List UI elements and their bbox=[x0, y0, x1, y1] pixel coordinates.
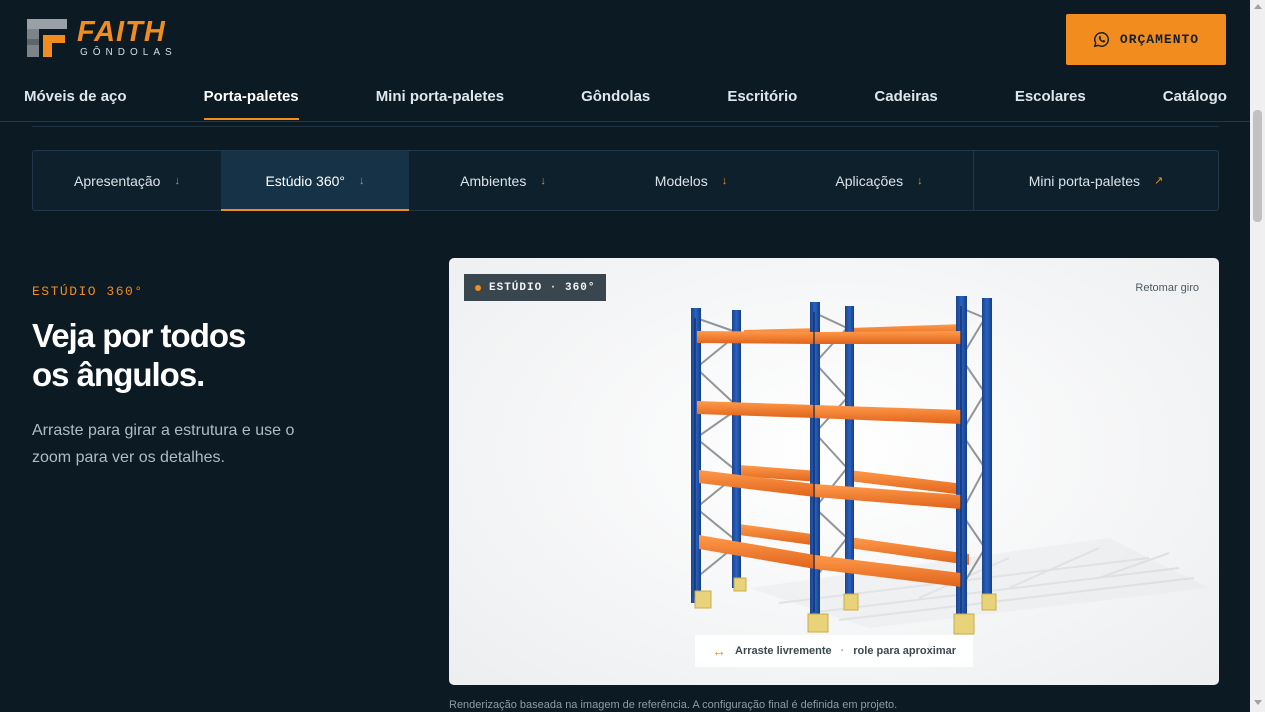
nav-item-moveis-de-aco[interactable]: Móveis de aço bbox=[24, 84, 127, 122]
nav-item-mini-porta-paletes[interactable]: Mini porta-paletes bbox=[376, 84, 504, 122]
tab-label: Apresentação bbox=[74, 172, 161, 189]
tab-label: Aplicações bbox=[835, 172, 904, 189]
hint-zoom: role para aproximar bbox=[853, 645, 956, 657]
nav-item-porta-paletes[interactable]: Porta-paletes bbox=[203, 84, 299, 122]
arrow-down-icon: ↓ bbox=[721, 174, 728, 187]
tab-estudio-360[interactable]: Estúdio 360° ↓ bbox=[221, 151, 409, 211]
nav-item-escritorio[interactable]: Escritório bbox=[727, 84, 797, 122]
arrow-down-icon: ↓ bbox=[540, 174, 546, 187]
scroll-down-arrow-icon[interactable] bbox=[1254, 700, 1262, 705]
section-heading: Veja por todos os ângulos. bbox=[32, 316, 332, 394]
tab-aplicacoes[interactable]: Aplicações ↓ bbox=[785, 151, 973, 210]
arrow-down-icon: ↓ bbox=[359, 174, 365, 187]
reset-rotation-button[interactable]: Retomar giro bbox=[1135, 282, 1199, 294]
main-nav: Móveis de aço Porta-paletes Mini porta-p… bbox=[24, 84, 1227, 122]
studio-360-viewer[interactable]: ESTÚDIO · 360° Retomar giro ↔ Arraste li… bbox=[449, 258, 1219, 685]
hint-drag: Arraste livremente bbox=[735, 645, 832, 657]
nav-item-cadeiras[interactable]: Cadeiras bbox=[874, 84, 937, 122]
logo-name: FAITH bbox=[77, 15, 166, 48]
section-eyebrow: ESTÚDIO 360° bbox=[32, 284, 144, 299]
viewer-hint: ↔ Arraste livremente · role para aproxim… bbox=[695, 635, 973, 667]
heading-line-2: os ângulos. bbox=[32, 356, 205, 393]
site-header: FAITH GÔNDOLAS ORÇAMENTO Móveis de aço P… bbox=[0, 0, 1250, 125]
heading-line-1: Veja por todos bbox=[32, 317, 246, 354]
section-tabs: Apresentação ↓ Estúdio 360° ↓ Ambientes … bbox=[32, 150, 1219, 211]
status-dot-icon bbox=[475, 284, 481, 291]
scroll-up-arrow-icon[interactable] bbox=[1254, 4, 1262, 9]
nav-item-catalogo[interactable]: Catálogo bbox=[1163, 84, 1227, 122]
tab-label: Mini porta-paletes bbox=[1028, 172, 1141, 189]
page-scrollbar[interactable] bbox=[1250, 0, 1265, 712]
tab-mini-porta-paletes[interactable]: Mini porta-paletes ↗ bbox=[973, 151, 1218, 210]
tab-ambientes[interactable]: Ambientes ↓ bbox=[409, 151, 597, 210]
section-divider bbox=[32, 126, 1219, 127]
quote-button-label: ORÇAMENTO bbox=[1119, 32, 1200, 47]
arrow-down-icon: ↓ bbox=[917, 174, 923, 187]
page: FAITH GÔNDOLAS ORÇAMENTO Móveis de aço P… bbox=[0, 0, 1265, 712]
nav-item-gondolas[interactable]: Gôndolas bbox=[581, 84, 650, 122]
whatsapp-icon bbox=[1093, 32, 1109, 48]
viewer-caption: Renderização baseada na imagem de referê… bbox=[449, 699, 898, 711]
tab-label: Estúdio 360° bbox=[265, 172, 346, 189]
logo-text: FAITH GÔNDOLAS bbox=[77, 15, 177, 59]
quote-button[interactable]: ORÇAMENTO bbox=[1066, 14, 1226, 65]
hint-separator: · bbox=[840, 645, 845, 657]
faith-logo-mark-icon bbox=[27, 19, 67, 57]
tab-label: Modelos bbox=[654, 172, 708, 189]
external-arrow-icon: ↗ bbox=[1154, 175, 1164, 187]
drag-arrows-icon: ↔ bbox=[712, 643, 726, 659]
pallet-rack-render[interactable] bbox=[449, 258, 1219, 685]
tab-modelos[interactable]: Modelos ↓ bbox=[597, 151, 785, 210]
studio-badge-label: ESTÚDIO · 360° bbox=[489, 281, 596, 294]
tab-label: Ambientes bbox=[460, 172, 527, 189]
scroll-thumb[interactable] bbox=[1253, 110, 1262, 222]
logo[interactable]: FAITH GÔNDOLAS bbox=[25, 15, 177, 61]
tab-apresentacao[interactable]: Apresentação ↓ bbox=[33, 151, 221, 210]
nav-item-escolares[interactable]: Escolares bbox=[1015, 84, 1086, 122]
section-description: Arraste para girar a estrutura e use o z… bbox=[32, 422, 295, 466]
logo-subtitle: GÔNDOLAS bbox=[80, 46, 177, 58]
header-divider bbox=[0, 121, 1250, 122]
arrow-down-icon: ↓ bbox=[174, 174, 180, 187]
studio-badge: ESTÚDIO · 360° bbox=[464, 274, 607, 301]
